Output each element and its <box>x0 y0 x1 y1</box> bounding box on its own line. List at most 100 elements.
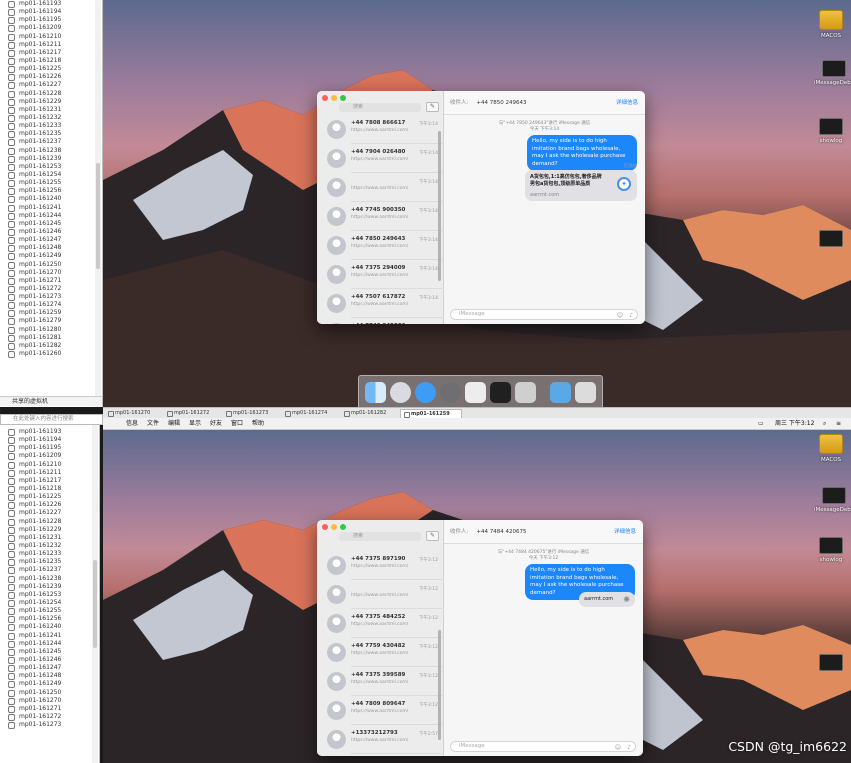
vm-list-item[interactable]: mp01-161231 <box>0 106 102 114</box>
vm-list-item[interactable]: mp01-161272 <box>0 285 102 294</box>
details-button[interactable]: 详细信息 <box>616 91 638 115</box>
search-input[interactable]: 搜索 <box>339 532 421 541</box>
vm-list-item[interactable]: mp01-161211 <box>0 41 102 49</box>
conversation-item[interactable]: +44 7759 430482 下午3:12 https://www.aarrtml… <box>317 638 444 667</box>
vm-list-item[interactable]: mp01-161259 <box>0 309 102 318</box>
vm-list-item[interactable]: mp01-161238 <box>0 147 102 155</box>
vm-list-item[interactable]: mp01-161273 <box>0 721 99 730</box>
desktop-icon-terminal[interactable] <box>814 654 848 674</box>
conversation-item[interactable]: 下午3:14 https://www.aarrtml.com/ <box>317 173 444 202</box>
vm-list-item[interactable]: mp01-161241 <box>0 204 102 212</box>
tab-vm[interactable]: mp01-161272 <box>164 409 222 418</box>
vm-list-item[interactable]: mp01-161256 <box>0 615 99 624</box>
vm-list-item[interactable]: mp01-161248 <box>0 672 99 681</box>
vm-list-item[interactable]: mp01-161270 <box>0 269 102 277</box>
conversation-item[interactable]: +44 7745 900350 下午3:14 https://www.aarrtml… <box>317 202 444 231</box>
menu-edit[interactable]: 编辑 <box>168 418 180 430</box>
vm-list-item[interactable]: mp01-161233 <box>0 122 102 131</box>
menu-buddies[interactable]: 好友 <box>210 418 222 430</box>
menu-file[interactable]: 文件 <box>147 418 159 430</box>
tab-vm[interactable]: mp01-161273 <box>223 409 281 418</box>
tab-vm-active[interactable]: mp01-161259 <box>400 409 462 418</box>
vm-list-item[interactable]: mp01-161195 <box>0 16 102 25</box>
list-scrollbar[interactable] <box>438 630 441 740</box>
search-input[interactable]: 搜索 <box>339 103 421 112</box>
vm-list-item[interactable]: mp01-161281 <box>0 334 102 342</box>
conversation-item[interactable]: +44 7507 617872 下午3:14 https://www.aarrtml… <box>317 289 444 318</box>
desktop-icon-imessagedebug[interactable]: iMessageDebug <box>814 487 851 513</box>
vm-list-item[interactable]: mp01-161210 <box>0 461 99 469</box>
vm-list-item[interactable]: mp01-161249 <box>0 252 102 261</box>
desktop-icon-macos[interactable]: MACOS <box>814 10 848 39</box>
vm-list-item[interactable]: mp01-161238 <box>0 575 99 583</box>
vm-list-item[interactable]: mp01-161270 <box>0 697 99 705</box>
vm-list-item[interactable]: mp01-161260 <box>0 350 102 359</box>
compose-icon[interactable]: ✎ <box>426 531 439 541</box>
vm-list-item[interactable]: mp01-161273 <box>0 293 102 302</box>
microphone-icon[interactable]: ♪ <box>629 311 633 320</box>
vm-list-item[interactable]: mp01-161209 <box>0 452 99 461</box>
vm-list-item[interactable]: mp01-161254 <box>0 171 102 180</box>
conversation-item[interactable]: +44 7375 399589 下午3:12 https://www.aarrtml… <box>317 667 444 696</box>
vm-list-item[interactable]: mp01-161239 <box>0 155 102 163</box>
vm-list-item[interactable]: mp01-161229 <box>0 526 99 534</box>
vm-list-item[interactable]: mp01-161240 <box>0 195 102 204</box>
vm-list-item[interactable]: mp01-161237 <box>0 566 99 575</box>
compose-icon[interactable]: ✎ <box>426 102 439 112</box>
list-scrollbar[interactable] <box>438 131 441 281</box>
minimize-button[interactable] <box>331 95 337 101</box>
conversation-item[interactable]: +44 7850 249643 下午3:14 https://www.aarrtml… <box>317 231 444 260</box>
vm-list-item[interactable]: mp01-161279 <box>0 317 102 326</box>
sidebar-scrollbar[interactable] <box>95 0 101 407</box>
vm-list-item[interactable]: mp01-161250 <box>0 689 99 697</box>
vm-list-item[interactable]: mp01-161193 <box>0 0 102 9</box>
vm-list-item[interactable]: mp01-161228 <box>0 518 99 526</box>
vm-list-item[interactable]: mp01-161280 <box>0 326 102 334</box>
link-preview[interactable]: A货包包,1:1高仿包包,奢侈品牌男包a货包包,顶级原单品质 aarrmt.co… <box>525 170 637 201</box>
vm-list-item[interactable]: mp01-161282 <box>0 342 102 351</box>
vm-list-item[interactable]: mp01-161194 <box>0 8 102 17</box>
vm-list-item[interactable]: mp01-161218 <box>0 485 99 494</box>
vm-list-item[interactable]: mp01-161241 <box>0 632 99 640</box>
desktop-icon-imessagedebug[interactable]: iMessageDebug <box>814 60 851 86</box>
outgoing-message[interactable]: Hello, my side is to do high imitation b… <box>527 135 637 171</box>
vm-list-item[interactable]: mp01-161248 <box>0 244 102 253</box>
emoji-icon[interactable]: ☺ <box>615 743 621 752</box>
conversation-item[interactable]: +13373212793 下午2:57 https://www.aarrtml.co… <box>317 725 444 754</box>
vm-list-item[interactable]: mp01-161226 <box>0 501 99 510</box>
spotlight-icon[interactable]: ⌕ <box>823 418 826 430</box>
vm-list-item[interactable]: mp01-161239 <box>0 583 99 591</box>
messages-icon[interactable] <box>415 382 436 403</box>
downloads-folder-icon[interactable] <box>550 382 571 403</box>
vm-list-item[interactable]: mp01-161227 <box>0 509 99 518</box>
emoji-icon[interactable]: ☺ <box>617 311 623 320</box>
close-button[interactable] <box>322 95 328 101</box>
conversation-item[interactable]: +44 7808 866617 下午3:14 https://www.aarrtml… <box>317 115 444 144</box>
xcode-icon[interactable] <box>515 382 536 403</box>
list-icon[interactable]: ≡ <box>836 418 841 430</box>
zoom-button[interactable] <box>340 524 346 530</box>
menu-window[interactable]: 窗口 <box>231 418 243 430</box>
vm-list-item[interactable]: mp01-161246 <box>0 656 99 665</box>
menu-messages[interactable]: 信息 <box>126 418 138 430</box>
vm-list-item[interactable]: mp01-161271 <box>0 705 99 713</box>
shared-vm-folder[interactable]: 共享的虚拟机 <box>0 396 102 406</box>
menu-view[interactable]: 显示 <box>189 418 201 430</box>
vm-list-item[interactable]: mp01-161271 <box>0 277 102 285</box>
vm-list-item[interactable]: mp01-161195 <box>0 444 99 453</box>
vm-list-item[interactable]: mp01-161255 <box>0 607 99 616</box>
zoom-button[interactable] <box>340 95 346 101</box>
vm-list-item[interactable]: mp01-161217 <box>0 477 99 485</box>
vm-list-item[interactable]: mp01-161237 <box>0 138 102 147</box>
vm-list-item[interactable]: mp01-161250 <box>0 261 102 269</box>
message-input[interactable]: iMessage ☺ ♪ <box>450 309 638 320</box>
conversation-item[interactable]: +44 7375 897190 下午3:12 https://www.aarrtml… <box>317 551 444 580</box>
vm-list-item[interactable]: mp01-161210 <box>0 33 102 41</box>
conversation-item[interactable]: +44 7809 809647 下午3:12 https://www.aarrtml… <box>317 696 444 725</box>
conversation-item[interactable]: +44 7375 484252 下午3:12 https://www.aarrtml… <box>317 609 444 638</box>
finder-icon[interactable] <box>365 382 386 403</box>
vm-list-item[interactable]: mp01-161253 <box>0 163 102 171</box>
conversation-item[interactable]: +44 7740 845006 <box>317 318 444 324</box>
desktop-icon-macos[interactable]: MACOS <box>814 434 848 463</box>
vm-list-item[interactable]: mp01-161232 <box>0 542 99 551</box>
